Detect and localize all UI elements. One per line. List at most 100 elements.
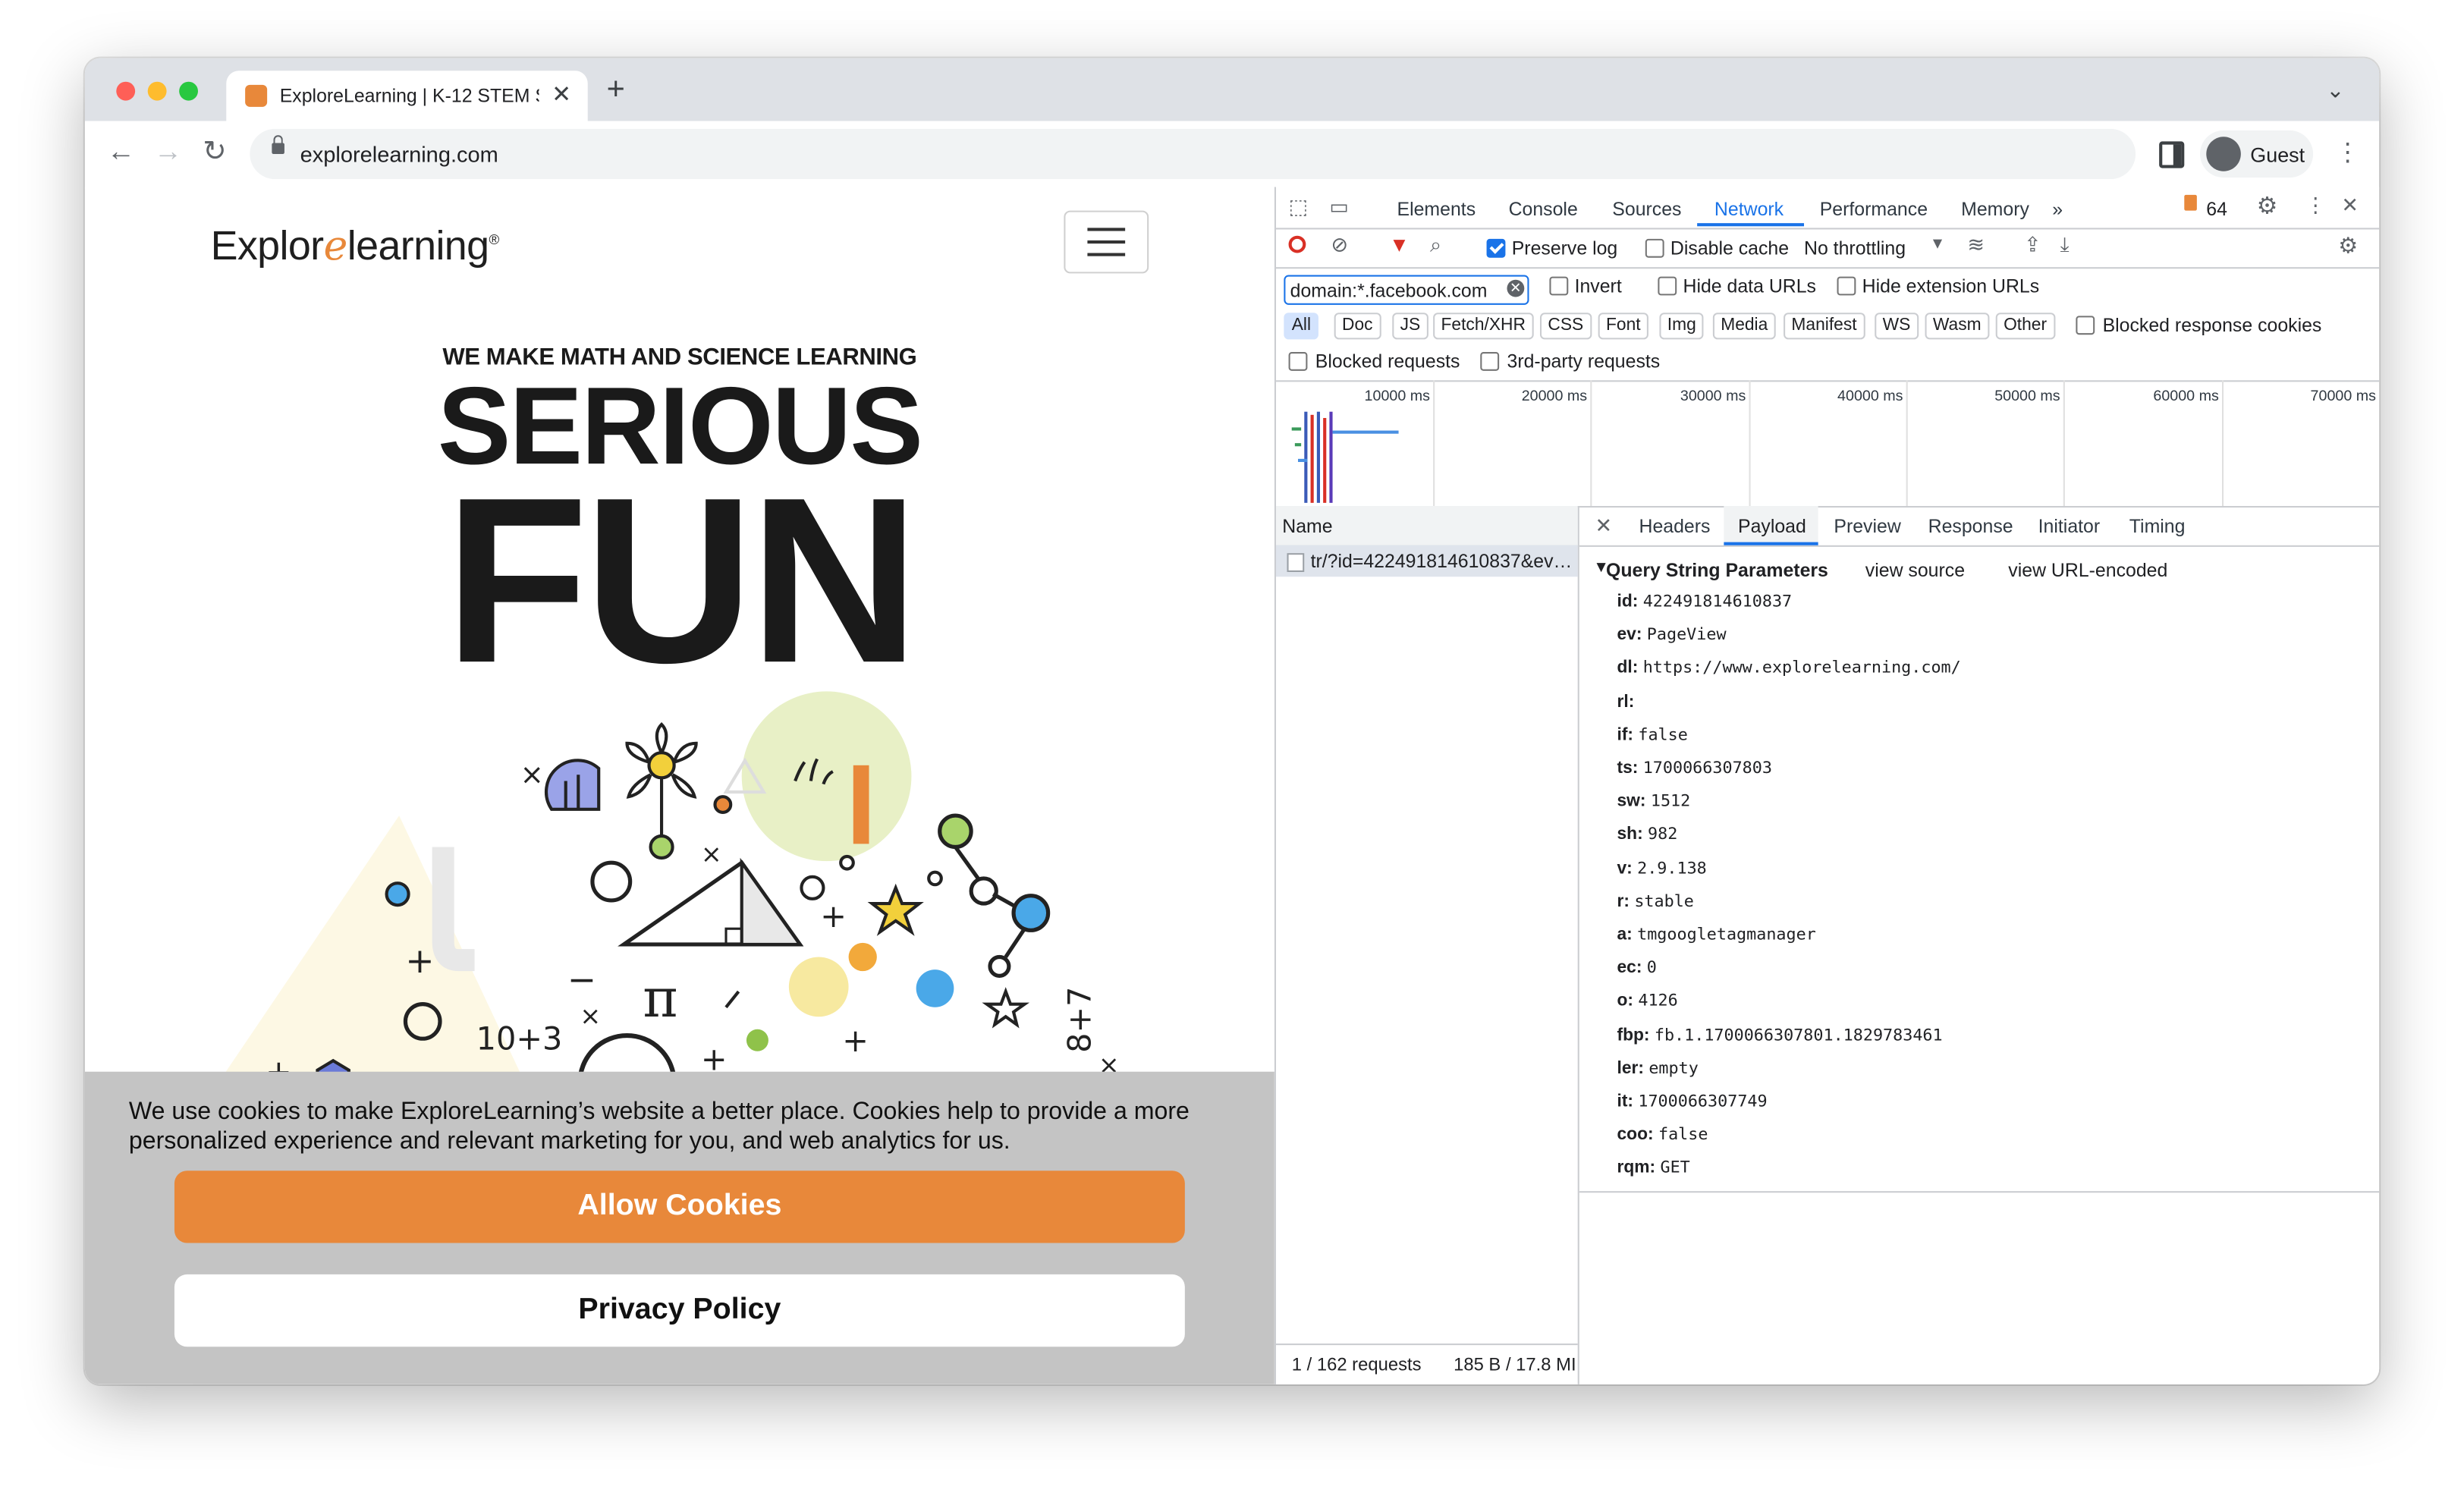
param-value[interactable]: false — [1658, 1126, 1708, 1145]
search-icon[interactable]: ⌕ — [1430, 233, 1441, 258]
network-settings-icon[interactable]: ⚙ — [2338, 233, 2358, 259]
type-filter-media[interactable]: Media — [1712, 313, 1776, 340]
record-icon[interactable] — [1288, 235, 1306, 253]
type-filter-ws[interactable]: WS — [1875, 313, 1919, 340]
type-filter-wasm[interactable]: Wasm — [1925, 313, 1989, 340]
filter-icon[interactable]: ▼ — [1389, 233, 1410, 256]
detail-tab-payload[interactable]: Payload — [1738, 515, 1806, 537]
inspect-element-icon[interactable]: ⬚ — [1289, 195, 1308, 220]
type-filter-manifest[interactable]: Manifest — [1784, 313, 1865, 340]
param-value[interactable]: GET — [1660, 1158, 1689, 1177]
detail-tab-response[interactable]: Response — [1928, 515, 2013, 537]
param-value[interactable]: fb.1.1700066307801.1829783461 — [1655, 1026, 1943, 1045]
param-value[interactable]: 4126 — [1638, 992, 1677, 1011]
address-bar[interactable]: explorelearning.com — [250, 128, 2136, 180]
device-toolbar-icon[interactable]: ▭ — [1329, 195, 1348, 220]
param-value[interactable]: PageView — [1647, 626, 1727, 645]
new-tab-button[interactable]: + — [607, 72, 625, 108]
settings-gear-icon[interactable]: ⚙ — [2257, 192, 2278, 220]
side-panel-icon[interactable] — [2159, 141, 2185, 168]
type-filter-font[interactable]: Font — [1598, 313, 1648, 340]
query-param-row[interactable]: if: false — [1617, 726, 1688, 745]
blocked-response-cookies-checkbox[interactable] — [2076, 316, 2095, 335]
type-filter-img[interactable]: Img — [1659, 313, 1705, 340]
query-param-row[interactable]: ec: 0 — [1617, 959, 1657, 978]
hide-extension-urls-checkbox[interactable] — [1837, 276, 1856, 296]
blocked-requests-checkbox[interactable] — [1288, 352, 1308, 371]
tab-performance[interactable]: Performance — [1820, 198, 1928, 220]
clear-icon[interactable]: ⊘ — [1331, 233, 1349, 258]
query-param-row[interactable]: ev: PageView — [1617, 626, 1727, 645]
tab-console[interactable]: Console — [1509, 198, 1578, 220]
browser-tab[interactable]: ExploreLearning | K-12 STEM S ✕ — [226, 71, 588, 121]
filter-input-value[interactable]: domain:*.facebook.com — [1290, 280, 1488, 302]
param-value[interactable]: 1700066307749 — [1638, 1092, 1767, 1111]
menu-hamburger-button[interactable] — [1064, 210, 1149, 274]
devtools-menu-icon[interactable]: ⋮ — [2305, 193, 2326, 218]
detail-tab-headers[interactable]: Headers — [1639, 515, 1711, 537]
filter-input[interactable]: domain:*.facebook.com ✕ — [1284, 275, 1529, 305]
param-value[interactable]: 1512 — [1651, 792, 1690, 811]
type-filter-css[interactable]: CSS — [1540, 313, 1592, 340]
minimize-window-button[interactable] — [147, 81, 167, 101]
profile-button[interactable]: Guest — [2200, 130, 2314, 178]
detail-tab-timing[interactable]: Timing — [2129, 515, 2186, 537]
tab-network[interactable]: Network — [1714, 198, 1784, 220]
network-overview-timeline[interactable]: 10000 ms 20000 ms 30000 ms 40000 ms 5000… — [1276, 380, 2380, 508]
detail-tab-initiator[interactable]: Initiator — [2038, 515, 2101, 537]
query-param-row[interactable]: rl: — [1617, 693, 1635, 712]
forward-icon[interactable]: → — [154, 135, 182, 168]
query-param-row[interactable]: ts: 1700066307803 — [1617, 759, 1772, 778]
param-value[interactable]: https://www.explorelearning.com/ — [1643, 659, 1961, 678]
export-har-icon[interactable]: ⤓ — [2060, 233, 2070, 258]
allow-cookies-button[interactable]: Allow Cookies — [174, 1171, 1185, 1243]
query-string-header[interactable]: Query String Parameters — [1606, 559, 1828, 581]
disable-cache-checkbox[interactable] — [1645, 238, 1664, 258]
close-detail-icon[interactable]: ✕ — [1595, 514, 1613, 539]
query-param-row[interactable]: id: 422491814610837 — [1617, 592, 1793, 611]
request-row[interactable]: tr/?id=422491814610837&ev… — [1276, 545, 1578, 577]
url-text[interactable]: explorelearning.com — [300, 141, 498, 166]
tab-search-chevron-icon[interactable]: ⌄ — [2326, 77, 2344, 104]
clear-filter-icon[interactable]: ✕ — [1507, 279, 1525, 297]
query-param-row[interactable]: r: stable — [1617, 892, 1694, 911]
tab-memory[interactable]: Memory — [1961, 198, 2029, 220]
type-filter-fetch[interactable]: Fetch/XHR — [1433, 313, 1534, 340]
param-value[interactable]: false — [1638, 726, 1687, 745]
param-value[interactable]: 0 — [1647, 959, 1657, 978]
query-param-row[interactable]: o: 4126 — [1617, 992, 1678, 1011]
type-filter-all[interactable]: All — [1284, 313, 1319, 340]
chevron-down-icon[interactable]: ▼ — [1930, 236, 1946, 253]
throttling-select[interactable]: No throttling — [1804, 237, 1906, 259]
param-value[interactable]: tmgoogletagmanager — [1637, 925, 1816, 944]
explorelearning-logo[interactable]: Explorelearning® — [211, 222, 500, 270]
param-value[interactable]: empty — [1648, 1059, 1698, 1078]
close-devtools-icon[interactable]: ✕ — [2341, 193, 2359, 218]
param-value[interactable]: 422491814610837 — [1643, 592, 1792, 611]
tab-elements[interactable]: Elements — [1397, 198, 1476, 220]
query-param-row[interactable]: ler: empty — [1617, 1059, 1699, 1078]
param-value[interactable]: 2.9.138 — [1637, 859, 1707, 878]
query-param-row[interactable]: a: tmgoogletagmanager — [1617, 925, 1816, 944]
close-tab-icon[interactable]: ✕ — [552, 80, 571, 108]
type-filter-other[interactable]: Other — [1995, 313, 2055, 340]
query-param-row[interactable]: rqm: GET — [1617, 1158, 1690, 1177]
query-param-row[interactable]: fbp: fb.1.1700066307801.1829783461 — [1617, 1026, 1943, 1045]
close-window-button[interactable] — [116, 81, 136, 101]
name-column-header[interactable]: Name — [1276, 506, 1578, 547]
import-har-icon[interactable]: ⇪ — [2024, 233, 2041, 258]
query-param-row[interactable]: sh: 982 — [1617, 825, 1678, 844]
query-param-row[interactable]: dl: https://www.explorelearning.com/ — [1617, 659, 1961, 678]
back-icon[interactable]: ← — [107, 135, 135, 168]
hide-data-urls-checkbox[interactable] — [1658, 276, 1677, 296]
issues-count[interactable]: 64 — [2206, 198, 2227, 220]
view-source-link[interactable]: view source — [1865, 559, 1965, 581]
param-value[interactable]: 1700066307803 — [1643, 759, 1772, 778]
detail-tab-preview[interactable]: Preview — [1834, 515, 1900, 537]
issues-icon[interactable] — [2184, 194, 2197, 211]
type-filter-doc[interactable]: Doc — [1334, 313, 1381, 340]
third-party-checkbox[interactable] — [1480, 352, 1500, 371]
maximize-window-button[interactable] — [179, 81, 199, 101]
invert-checkbox[interactable] — [1549, 276, 1569, 296]
param-value[interactable]: 982 — [1648, 825, 1677, 844]
